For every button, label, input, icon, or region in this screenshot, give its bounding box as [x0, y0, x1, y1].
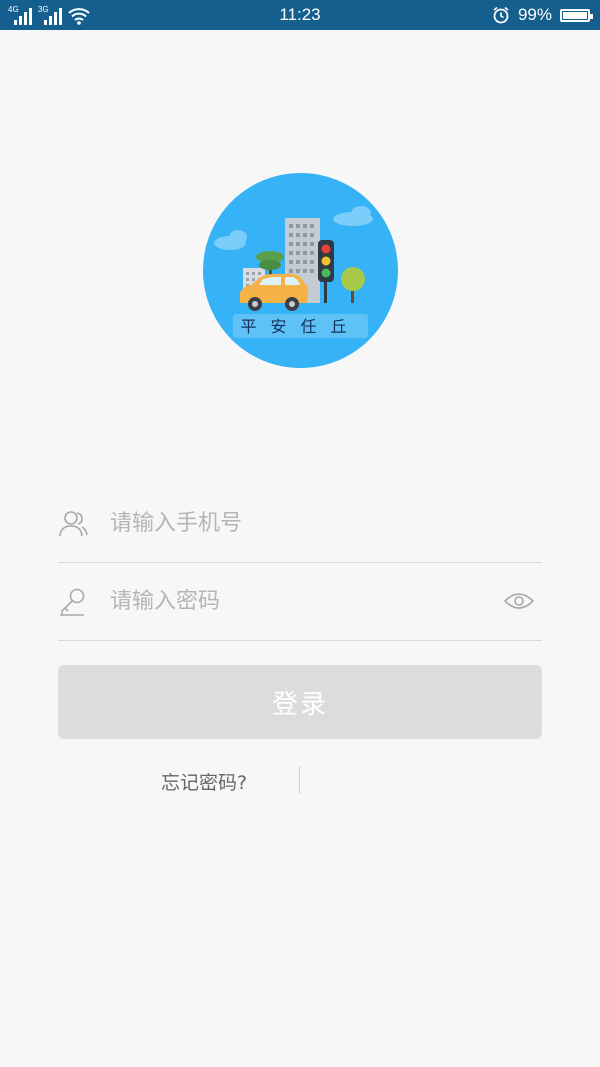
key-icon — [60, 588, 85, 616]
eye-icon[interactable] — [504, 591, 534, 611]
logo-graphic: 平安任丘 — [203, 173, 398, 368]
status-bar: 4G 3G 11:23 99% — [0, 0, 600, 30]
phone-input[interactable] — [110, 505, 490, 541]
battery-icon — [560, 8, 593, 22]
user-icon — [59, 511, 88, 537]
divider — [299, 766, 300, 794]
phone-field — [58, 484, 542, 563]
logo-text: 平安任丘 — [240, 317, 360, 336]
status-right: 99% — [492, 4, 593, 26]
forgot-password-link[interactable]: 忘记密码? — [161, 768, 247, 795]
alarm-icon — [493, 6, 509, 24]
battery-percent: 99% — [517, 5, 552, 24]
password-field — [58, 562, 542, 641]
password-input[interactable] — [110, 583, 490, 619]
login-button[interactable]: 登录 — [58, 665, 542, 739]
app-logo: 平安任丘 — [203, 173, 398, 368]
